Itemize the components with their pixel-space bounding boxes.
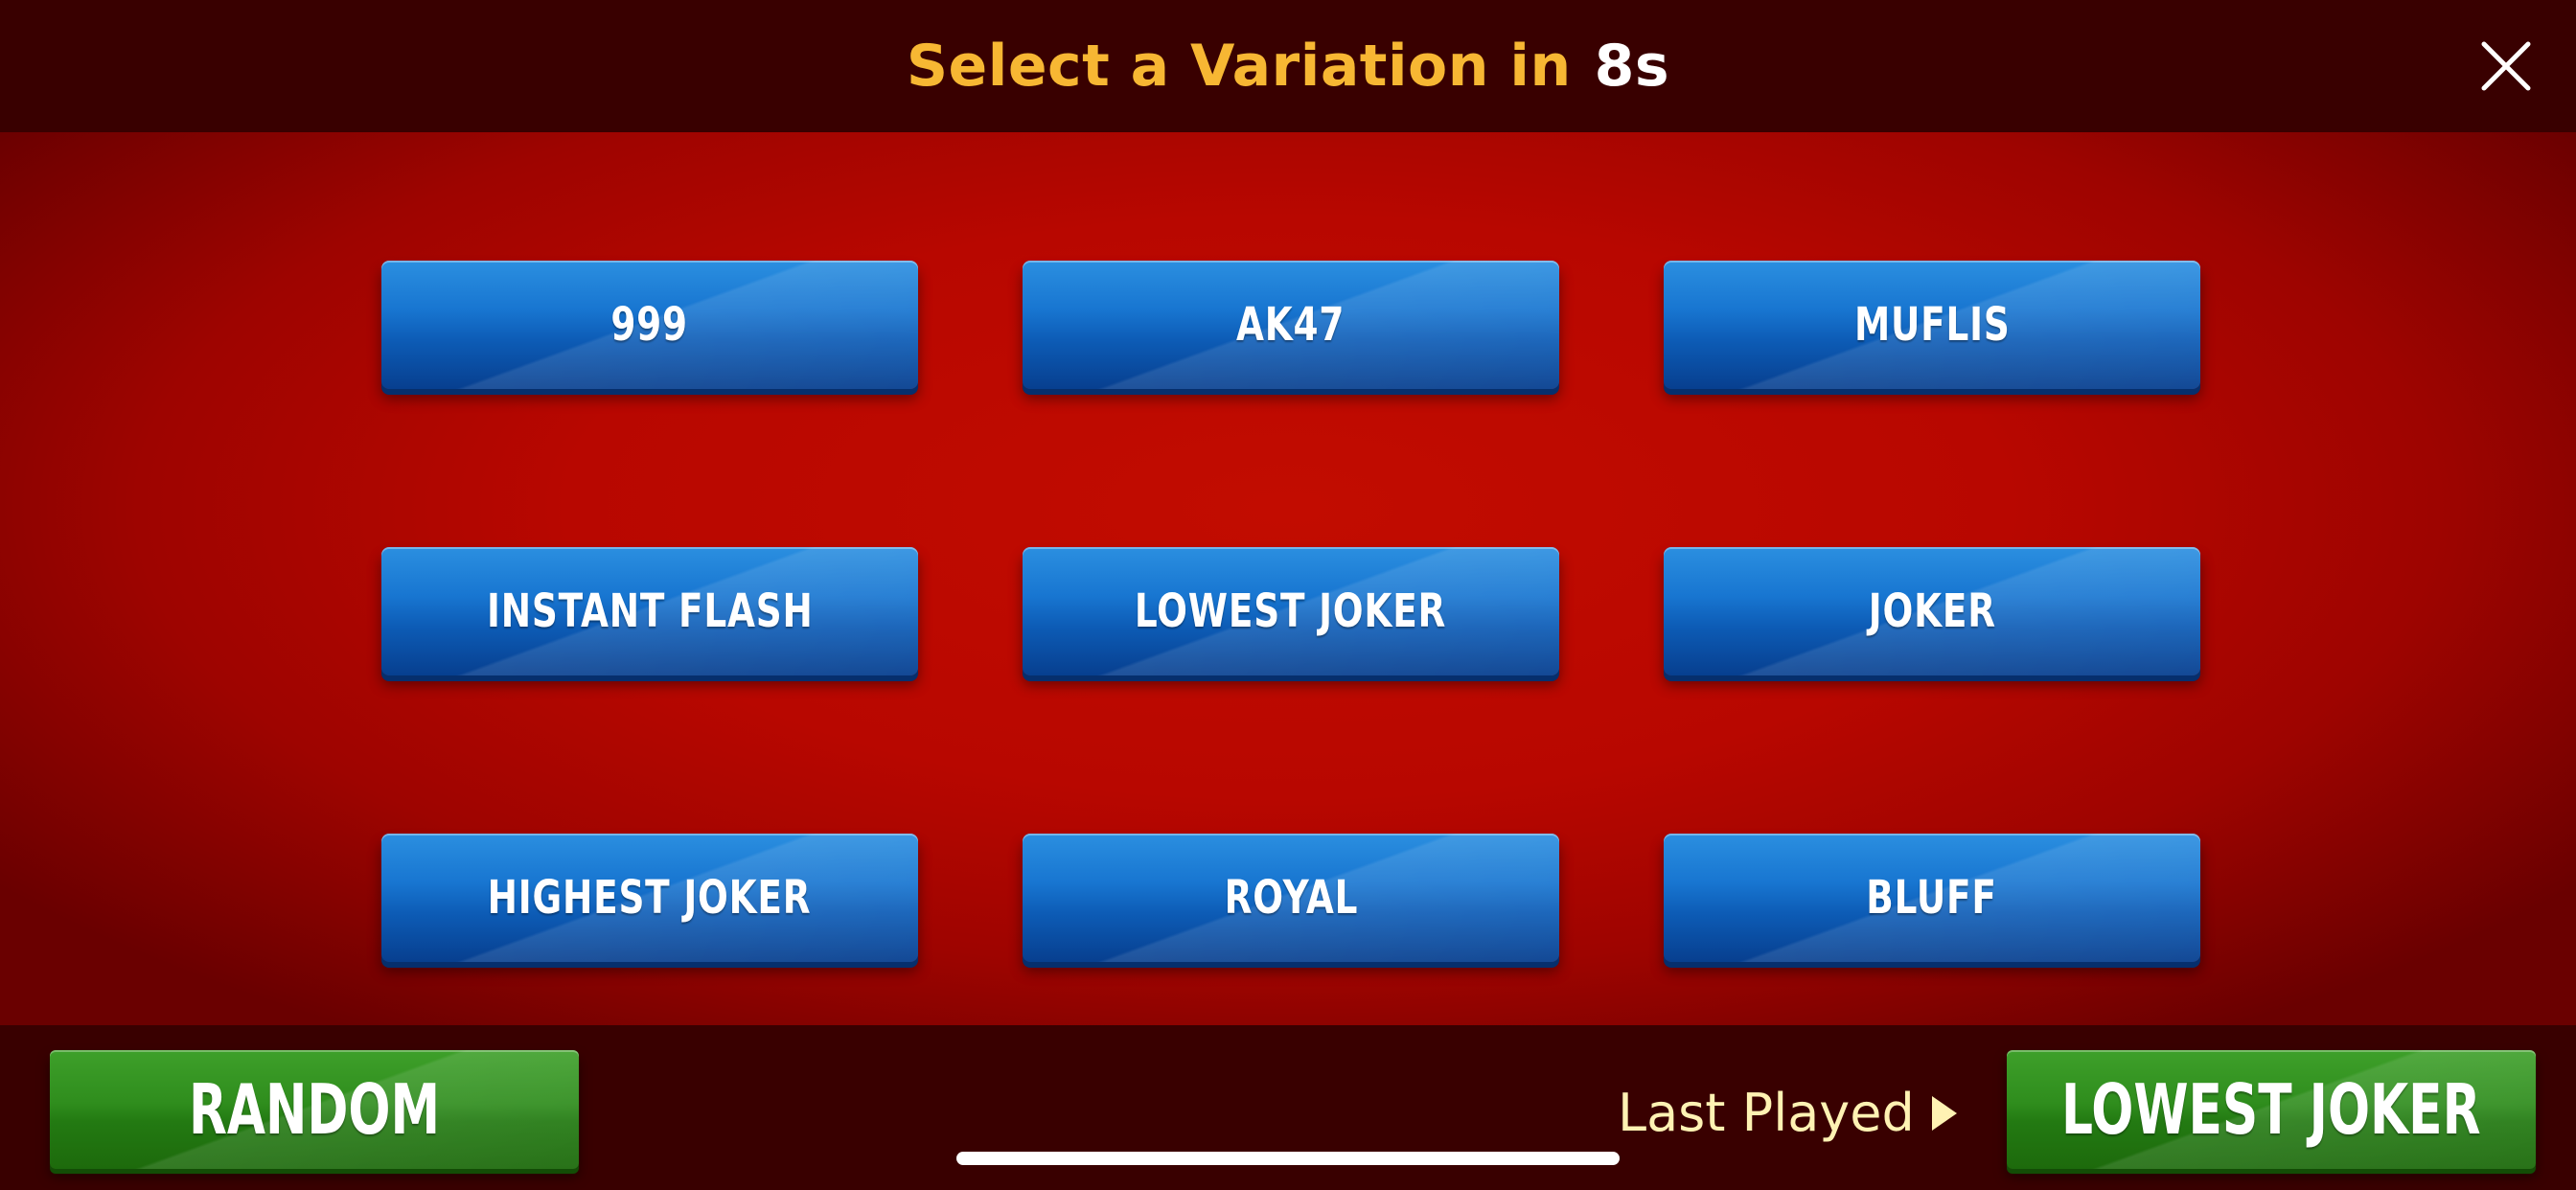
variation-button-ak47[interactable]: AK47: [1023, 261, 1559, 389]
variation-button-highest-joker[interactable]: HIGHEST JOKER: [381, 834, 918, 962]
variation-label: INSTANT FLASH: [486, 584, 814, 638]
random-button[interactable]: RANDOM: [50, 1050, 579, 1169]
last-played-caption: Last Played: [1618, 1083, 1957, 1143]
footer-bar: RANDOM Last Played LOWEST JOKER: [0, 1025, 2576, 1190]
page-title: Select a Variation in 8s: [907, 33, 1669, 100]
last-played-text: Last Played: [1618, 1083, 1915, 1143]
random-button-label: RANDOM: [188, 1069, 441, 1150]
title-text: Select a Variation in: [906, 33, 1572, 100]
home-indicator-bar[interactable]: [956, 1152, 1620, 1165]
variation-label: 999: [610, 298, 689, 352]
variation-label: ROYAL: [1224, 871, 1358, 925]
variation-panel: 999 AK47 MUFLIS INSTANT FLASH LOWEST JOK…: [0, 132, 2576, 1025]
variation-label: BLUFF: [1866, 871, 1998, 925]
variation-button-instant-flash[interactable]: INSTANT FLASH: [381, 547, 918, 675]
variation-selection-screen: Select a Variation in 8s 999 AK47 MUFLIS…: [0, 0, 2576, 1190]
variation-button-muflis[interactable]: MUFLIS: [1664, 261, 2200, 389]
variation-label: LOWEST JOKER: [1135, 584, 1447, 638]
close-button[interactable]: [2476, 36, 2536, 96]
variation-button-lowest-joker[interactable]: LOWEST JOKER: [1023, 547, 1559, 675]
variation-button-bluff[interactable]: BLUFF: [1664, 834, 2200, 962]
variation-label: AK47: [1236, 298, 1346, 352]
header-bar: Select a Variation in 8s: [0, 0, 2576, 132]
variation-label: MUFLIS: [1853, 298, 2011, 352]
variation-grid: 999 AK47 MUFLIS INSTANT FLASH LOWEST JOK…: [381, 261, 2200, 962]
play-triangle-icon: [1931, 1095, 1957, 1131]
last-played-button-label: LOWEST JOKER: [2061, 1069, 2481, 1150]
variation-button-999[interactable]: 999: [381, 261, 918, 389]
variation-button-joker[interactable]: JOKER: [1664, 547, 2200, 675]
last-played-button[interactable]: LOWEST JOKER: [2007, 1050, 2536, 1169]
variation-button-royal[interactable]: ROYAL: [1023, 834, 1559, 962]
variation-label: HIGHEST JOKER: [488, 871, 812, 925]
close-icon: [2481, 41, 2531, 91]
countdown-timer: 8s: [1594, 33, 1670, 100]
variation-label: JOKER: [1868, 584, 1996, 638]
